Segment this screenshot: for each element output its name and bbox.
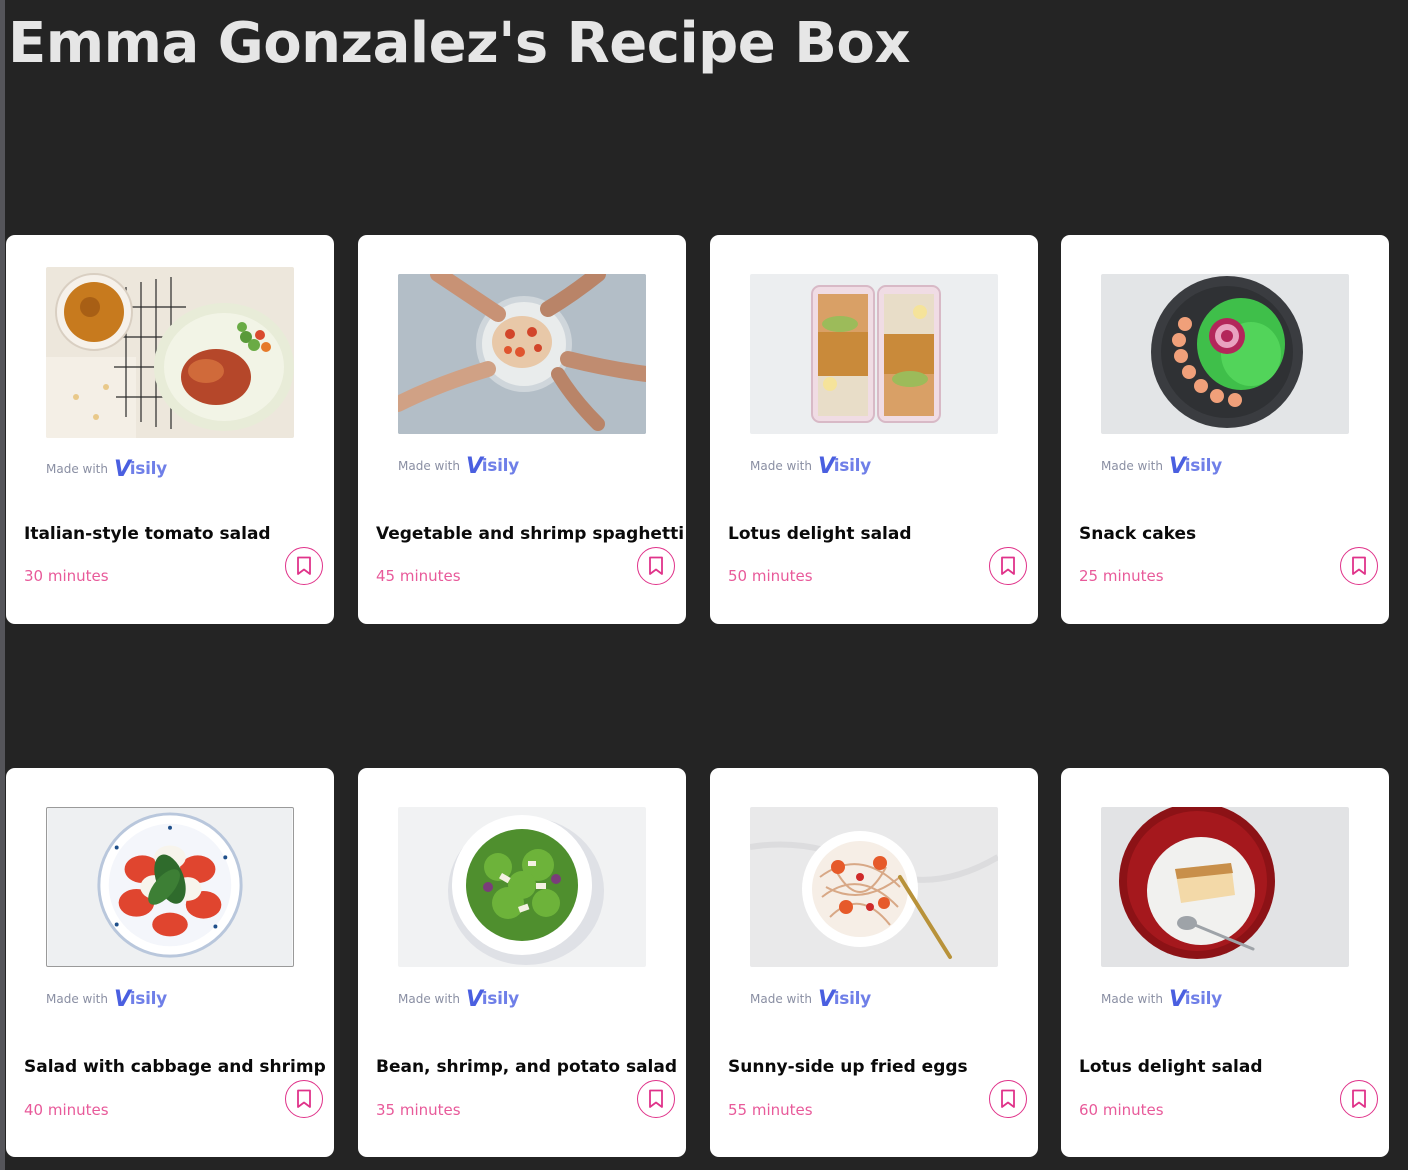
- bookmark-button[interactable]: [989, 547, 1027, 585]
- recipe-image: [1101, 274, 1349, 434]
- recipe-title: Lotus delight salad: [728, 524, 912, 544]
- made-with-badge: Made with Visily: [1101, 985, 1222, 1013]
- made-with-label: Made with: [398, 459, 460, 473]
- recipe-image: [1101, 807, 1349, 967]
- recipe-card[interactable]: Made with Visily Snack cakes 25 minutes: [1061, 235, 1389, 624]
- recipe-card[interactable]: Made with Visily Vegetable and shrimp sp…: [358, 235, 686, 624]
- visily-logo: Visily: [113, 456, 167, 482]
- recipe-time: 60 minutes: [1079, 1101, 1164, 1119]
- recipe-time: 40 minutes: [24, 1101, 109, 1119]
- recipe-image: [750, 274, 998, 434]
- window-left-edge: [0, 0, 5, 1170]
- bookmark-icon: [649, 1089, 663, 1108]
- recipe-time: 30 minutes: [24, 567, 109, 585]
- made-with-label: Made with: [750, 992, 812, 1006]
- bookmark-button[interactable]: [989, 1080, 1027, 1118]
- recipe-card[interactable]: Made with Visily Sunny-side up fried egg…: [710, 768, 1038, 1157]
- recipe-card[interactable]: Made with Visily Italian-style tomato sa…: [6, 235, 334, 624]
- recipe-image: [46, 267, 294, 438]
- made-with-badge: Made with Visily: [46, 455, 167, 483]
- made-with-badge: Made with Visily: [750, 985, 871, 1013]
- made-with-label: Made with: [46, 462, 108, 476]
- made-with-label: Made with: [398, 992, 460, 1006]
- recipe-card[interactable]: Made with Visily Salad with cabbage and …: [6, 768, 334, 1157]
- recipe-image: [398, 807, 646, 967]
- made-with-badge: Made with Visily: [398, 985, 519, 1013]
- visily-logo: Visily: [817, 453, 871, 479]
- bookmark-icon: [1001, 1089, 1015, 1108]
- bookmark-icon: [1001, 556, 1015, 575]
- bookmark-button[interactable]: [1340, 1080, 1378, 1118]
- recipe-title: Vegetable and shrimp spaghetti: [376, 524, 685, 544]
- recipe-card[interactable]: Made with Visily Lotus delight salad 50 …: [710, 235, 1038, 624]
- visily-logo: Visily: [465, 453, 519, 479]
- made-with-label: Made with: [46, 992, 108, 1006]
- recipe-time: 50 minutes: [728, 567, 813, 585]
- visily-logo: Visily: [1168, 453, 1222, 479]
- recipe-time: 45 minutes: [376, 567, 461, 585]
- visily-logo: Visily: [817, 986, 871, 1012]
- bookmark-button[interactable]: [285, 547, 323, 585]
- recipe-title: Salad with cabbage and shrimp: [24, 1057, 326, 1077]
- recipe-image: [750, 807, 998, 967]
- made-with-badge: Made with Visily: [398, 452, 519, 480]
- recipe-title: Bean, shrimp, and potato salad: [376, 1057, 678, 1077]
- bookmark-icon: [649, 556, 663, 575]
- recipe-card[interactable]: Made with Visily Bean, shrimp, and potat…: [358, 768, 686, 1157]
- recipe-time: 55 minutes: [728, 1101, 813, 1119]
- recipe-title: Italian-style tomato salad: [24, 524, 271, 544]
- bookmark-button[interactable]: [637, 547, 675, 585]
- recipe-time: 35 minutes: [376, 1101, 461, 1119]
- recipe-image: [398, 274, 646, 434]
- recipe-time: 25 minutes: [1079, 567, 1164, 585]
- visily-logo: Visily: [113, 986, 167, 1012]
- recipe-card[interactable]: Made with Visily Lotus delight salad 60 …: [1061, 768, 1389, 1157]
- visily-logo: Visily: [1168, 986, 1222, 1012]
- made-with-label: Made with: [1101, 992, 1163, 1006]
- made-with-badge: Made with Visily: [1101, 452, 1222, 480]
- made-with-label: Made with: [1101, 459, 1163, 473]
- made-with-label: Made with: [750, 459, 812, 473]
- recipe-image: [46, 807, 294, 967]
- bookmark-icon: [1352, 1089, 1366, 1108]
- bookmark-button[interactable]: [1340, 547, 1378, 585]
- bookmark-icon: [297, 1089, 311, 1108]
- bookmark-icon: [297, 556, 311, 575]
- recipe-title: Sunny-side up fried eggs: [728, 1057, 968, 1077]
- bookmark-button[interactable]: [637, 1080, 675, 1118]
- bookmark-icon: [1352, 556, 1366, 575]
- visily-logo: Visily: [465, 986, 519, 1012]
- made-with-badge: Made with Visily: [750, 452, 871, 480]
- made-with-badge: Made with Visily: [46, 985, 167, 1013]
- bookmark-button[interactable]: [285, 1080, 323, 1118]
- page-title: Emma Gonzalez's Recipe Box: [8, 11, 911, 76]
- recipe-title: Lotus delight salad: [1079, 1057, 1263, 1077]
- recipe-title: Snack cakes: [1079, 524, 1197, 544]
